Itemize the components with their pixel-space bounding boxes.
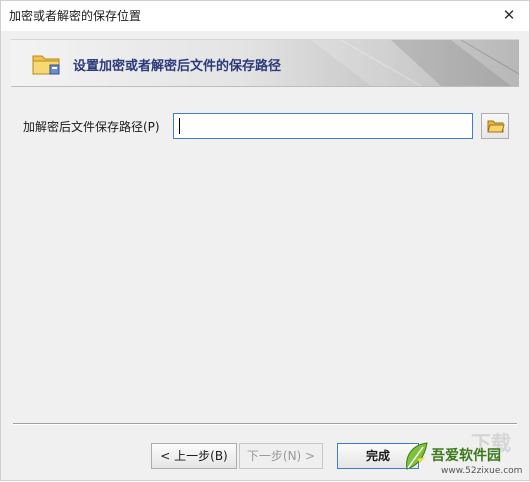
banner-title: 设置加密或者解密后文件的保存路径 [73,59,282,74]
folder-icon [31,52,63,76]
finish-button[interactable]: 完成 [337,443,419,469]
site-watermark: 下载 吾爱软件园 www.52zixue.com [401,429,530,482]
watermark-url: www.52zixue.com [441,466,523,476]
footer-separator [13,423,517,425]
save-path-label: 加解密后文件保存路径(P) [23,120,160,134]
window-title: 加密或者解密的保存位置 [9,9,142,23]
folder-open-icon [487,120,505,133]
close-button[interactable]: ✕ [497,5,521,25]
header-banner: 设置加密或者解密后文件的保存路径 [11,39,519,87]
watermark-brand: 吾爱软件园 [431,448,501,464]
browse-folder-button[interactable] [481,113,509,139]
save-path-input[interactable] [173,113,473,139]
title-bar[interactable]: 加密或者解密的保存位置 ✕ [1,1,529,31]
next-step-button[interactable]: 下一步(N) > [239,443,323,469]
text-caret [179,118,180,134]
dialog-window: 加密或者解密的保存位置 ✕ 设置加密或者解密后文件的保存路径 加解密后文件保存路… [0,0,530,481]
watermark-faded-text: 下载 [471,431,511,455]
prev-step-button[interactable]: < 上一步(B) [151,443,237,469]
